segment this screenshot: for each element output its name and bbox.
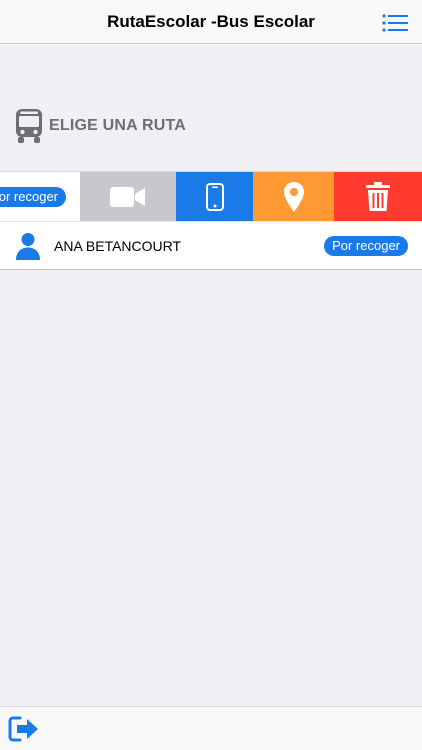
video-action-button[interactable] — [80, 172, 176, 221]
person-icon — [16, 233, 40, 260]
page-title: RutaEscolar -Bus Escolar — [107, 12, 315, 31]
map-pin-icon — [283, 182, 304, 212]
route-section-header: ELIGE UNA RUTA — [14, 108, 186, 144]
section-title: ELIGE UNA RUTA — [49, 117, 187, 134]
list-menu-icon[interactable] — [382, 13, 408, 33]
swiped-row-content: Por recoger — [0, 172, 80, 221]
trash-icon — [366, 182, 390, 211]
phone-action-button[interactable] — [176, 172, 253, 221]
delete-action-button[interactable] — [334, 172, 422, 221]
mobile-phone-icon — [205, 183, 224, 211]
status-badge: Por recoger — [0, 187, 66, 207]
location-action-button[interactable] — [253, 172, 334, 221]
bus-icon — [16, 109, 42, 143]
logout-icon[interactable] — [8, 715, 40, 743]
bottom-toolbar — [0, 706, 422, 750]
status-badge: Por recoger — [324, 236, 408, 256]
student-row[interactable]: ANA BETANCOURT Por recoger — [0, 221, 422, 270]
video-camera-icon — [110, 187, 145, 207]
swiped-student-row[interactable]: Por recoger — [0, 171, 422, 221]
student-name: ANA BETANCOURT — [54, 238, 182, 254]
top-navigation-bar: RutaEscolar -Bus Escolar — [0, 0, 422, 44]
